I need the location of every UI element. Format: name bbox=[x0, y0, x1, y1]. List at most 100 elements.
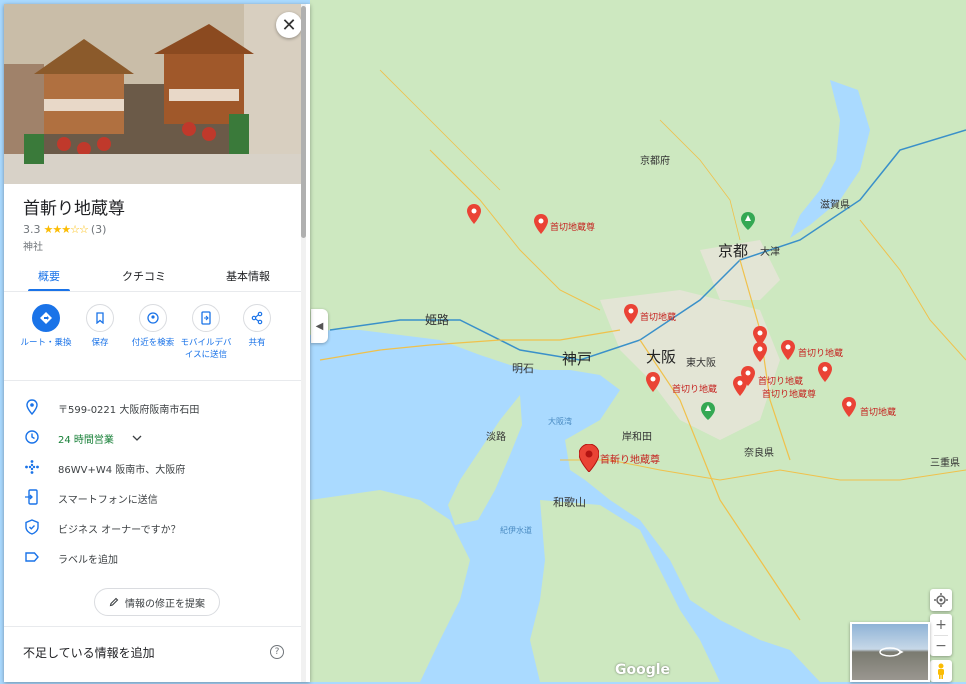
map-pin[interactable] bbox=[741, 366, 755, 386]
street-view-thumbnail[interactable] bbox=[850, 622, 930, 682]
selected-map-pin[interactable] bbox=[579, 444, 599, 472]
map-label-akashi[interactable]: 明石 bbox=[512, 360, 534, 376]
review-count[interactable]: (3) bbox=[91, 223, 107, 236]
share-button[interactable]: 共有 bbox=[229, 304, 285, 349]
phone-send-icon bbox=[25, 489, 38, 505]
park-marker-icon[interactable] bbox=[741, 212, 755, 230]
missing-divider bbox=[4, 626, 304, 627]
map-label-mie[interactable]: 三重県 bbox=[930, 454, 960, 469]
map-pin-label[interactable]: 首切り地蔵 bbox=[672, 382, 717, 395]
map-label-kobe[interactable]: 神戸 bbox=[562, 348, 592, 369]
rotate-360-icon bbox=[879, 647, 904, 657]
map-label-kishiwada[interactable]: 岸和田 bbox=[622, 428, 652, 443]
hours-text: 24 時間営業 bbox=[58, 435, 114, 446]
zoom-out-button[interactable]: − bbox=[935, 636, 947, 656]
map-pin[interactable] bbox=[781, 340, 795, 360]
add-label-text: ラベルを追加 bbox=[58, 555, 118, 566]
tab-about[interactable]: 基本情報 bbox=[226, 268, 270, 284]
chevron-left-icon: ◀ bbox=[315, 320, 324, 332]
suggest-edit-button[interactable]: 情報の修正を提案 bbox=[94, 588, 220, 616]
map-pin[interactable] bbox=[646, 372, 660, 392]
clock-icon bbox=[25, 430, 39, 444]
search-nearby-label: 付近を検索 bbox=[131, 338, 175, 348]
close-button[interactable]: ✕ bbox=[276, 12, 302, 38]
map-label-himeji[interactable]: 姫路 bbox=[425, 311, 449, 328]
send-to-phone-row[interactable]: スマートフォンに送信 bbox=[4, 483, 304, 513]
map-pin[interactable] bbox=[467, 204, 481, 224]
map-label-higashiosaka[interactable]: 東大阪 bbox=[686, 354, 716, 369]
map-pin[interactable] bbox=[818, 362, 832, 382]
map-label-kyoto[interactable]: 京都 bbox=[718, 240, 748, 261]
send-to-device-label: モバイルデバイスに送信 bbox=[180, 338, 232, 360]
plus-code-text: 86WV+W4 阪南市、大阪府 bbox=[58, 465, 186, 476]
add-label-row[interactable]: ラベルを追加 bbox=[4, 543, 304, 573]
nearby-icon bbox=[147, 312, 159, 324]
star-rating-icon: ★★★☆☆ bbox=[43, 223, 89, 236]
label-icon bbox=[25, 552, 39, 562]
place-photo[interactable] bbox=[4, 4, 304, 184]
collapse-panel-button[interactable]: ◀ bbox=[311, 309, 328, 343]
map-pin-label[interactable]: 首切地蔵 bbox=[860, 405, 896, 418]
tab-overview[interactable]: 概要 bbox=[38, 268, 60, 284]
google-logo: Google bbox=[615, 662, 671, 678]
rating-value: 3.3 bbox=[23, 223, 41, 236]
zoom-in-button[interactable]: + bbox=[935, 615, 947, 635]
business-owner-text: ビジネス オーナーですか？ bbox=[58, 525, 181, 536]
search-nearby-button[interactable]: 付近を検索 bbox=[125, 304, 181, 349]
map-label-osaka-bay: 大阪湾 bbox=[548, 417, 572, 426]
map-pin-label[interactable]: 首切り地蔵 bbox=[798, 346, 843, 359]
address-text: 〒599-0221 大阪府阪南市石田 bbox=[58, 405, 200, 416]
park-marker-icon[interactable] bbox=[701, 402, 715, 420]
shield-check-icon bbox=[25, 519, 39, 535]
map-label-shiga[interactable]: 滋賀県 bbox=[820, 196, 850, 211]
share-label: 共有 bbox=[248, 338, 266, 348]
hours-row[interactable]: 24 時間営業 bbox=[4, 423, 304, 453]
directions-icon bbox=[40, 312, 52, 324]
share-icon bbox=[251, 311, 263, 325]
send-to-device-button[interactable]: モバイルデバイスに送信 bbox=[178, 304, 234, 361]
send-to-phone-text: スマートフォンに送信 bbox=[58, 495, 158, 506]
missing-info-heading: 不足している情報を追加 bbox=[23, 646, 155, 660]
map-pin-label[interactable]: 首切地蔵 bbox=[640, 310, 676, 323]
plus-code-row[interactable]: 86WV+W4 阪南市、大阪府 bbox=[4, 453, 304, 483]
map-label-osaka[interactable]: 大阪 bbox=[646, 346, 676, 367]
directions-button[interactable]: ルート・乗換 bbox=[18, 304, 74, 349]
place-category[interactable]: 神社 bbox=[23, 238, 43, 253]
map-label-wakayama[interactable]: 和歌山 bbox=[553, 494, 586, 510]
map-label-awaji[interactable]: 淡路 bbox=[486, 428, 506, 443]
tabs-divider bbox=[4, 291, 304, 292]
save-label: 保存 bbox=[91, 338, 109, 348]
help-icon[interactable]: ? bbox=[270, 645, 284, 659]
map-pin[interactable] bbox=[534, 214, 548, 234]
map-pin-label[interactable]: 首切地蔵尊 bbox=[550, 220, 595, 233]
pegman-icon bbox=[938, 663, 944, 679]
panel-scrollbar-thumb[interactable] bbox=[301, 6, 306, 238]
address-row[interactable]: 〒599-0221 大阪府阪南市石田 bbox=[4, 393, 304, 423]
map-pin[interactable] bbox=[753, 342, 767, 362]
map-pin[interactable] bbox=[624, 304, 638, 324]
location-pin-icon bbox=[26, 399, 38, 415]
tab-reviews[interactable]: クチコミ bbox=[122, 268, 166, 284]
map-label-nara[interactable]: 奈良県 bbox=[744, 444, 774, 459]
map-pin-label[interactable]: 首切り地蔵 bbox=[758, 374, 803, 387]
pencil-icon bbox=[109, 597, 119, 607]
actions-divider bbox=[4, 380, 304, 381]
save-button[interactable]: 保存 bbox=[72, 304, 128, 349]
map-pin-label[interactable]: 首切り地蔵尊 bbox=[762, 387, 816, 400]
zoom-controls: + − bbox=[930, 614, 952, 656]
map-pin[interactable] bbox=[842, 397, 856, 417]
my-location-button[interactable] bbox=[930, 589, 952, 611]
chevron-down-icon[interactable] bbox=[132, 434, 142, 442]
business-owner-row[interactable]: ビジネス オーナーですか？ bbox=[4, 513, 304, 543]
street-view-pegman-button[interactable] bbox=[930, 660, 952, 682]
suggest-edit-label: 情報の修正を提案 bbox=[125, 598, 205, 610]
send-to-device-icon bbox=[201, 311, 211, 325]
selected-pin-label[interactable]: 首斬り地蔵尊 bbox=[600, 451, 660, 466]
directions-label: ルート・乗換 bbox=[20, 338, 72, 348]
place-details-panel: ✕ 首斬り地蔵尊 3.3 ★★★☆☆ (3) 神社 概要 クチコミ 基本情報 ル… bbox=[4, 4, 310, 682]
rating-row[interactable]: 3.3 ★★★☆☆ (3) bbox=[23, 223, 106, 236]
map-label-otsu[interactable]: 大津 bbox=[760, 243, 780, 258]
map-label-kyoto-pref[interactable]: 京都府 bbox=[640, 152, 670, 167]
place-title: 首斬り地蔵尊 bbox=[23, 199, 125, 219]
bookmark-icon bbox=[96, 312, 104, 324]
